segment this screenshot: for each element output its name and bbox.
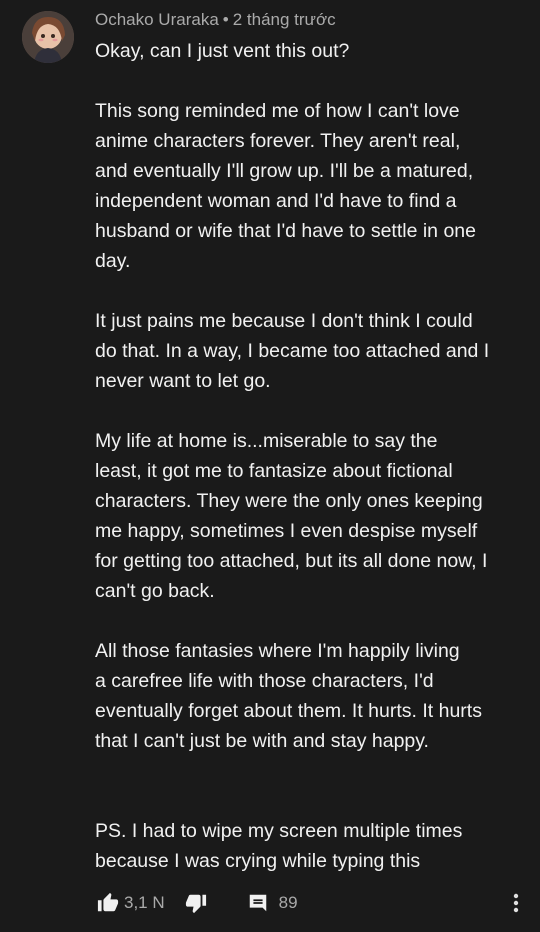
comment-text-line: never want to let go. (95, 370, 271, 392)
comment-text-line: husband or wife that I'd have to settle … (95, 220, 476, 242)
comment-text-line: for getting too attached, but its all do… (95, 550, 488, 572)
comment-text-line: least, it got me to fantasize about fict… (95, 460, 453, 482)
comment-text-line: All those fantasies where I'm happily li… (95, 640, 460, 662)
comment-text-line: and eventually I'll grow up. I'll be a m… (95, 160, 474, 182)
reply-count: 89 (278, 893, 298, 912)
comment-text: Okay, can I just vent this out? This song… (95, 36, 520, 876)
comment-paragraph: All those fantasies where I'm happily li… (95, 636, 520, 756)
comment-paragraph: It just pains me because I don't think I… (95, 306, 520, 396)
reply-comment-icon[interactable] (245, 890, 271, 916)
comment-text-line: Okay, can I just vent this out? (95, 40, 350, 62)
comment-item: Ochako Uraraka • 2 tháng trước Okay, can I… (0, 0, 540, 932)
comment-text-line: It just pains me because I don't think I… (95, 310, 473, 332)
author-name[interactable]: Ochako Uraraka (95, 10, 219, 29)
thumbs-up-icon[interactable] (95, 890, 121, 916)
comment-text-line: eventually forget about them. It hurts. … (95, 700, 482, 722)
comment-text-line: can't go back. (95, 580, 215, 602)
header-separator: • (222, 10, 229, 29)
comment-text-line: This song reminded me of how I can't lov… (95, 100, 460, 122)
comment-text-line: PS. I had to wipe my screen multiple tim… (95, 820, 463, 842)
avatar[interactable] (22, 11, 74, 63)
thumbs-down-icon[interactable] (183, 890, 209, 916)
comment-actions: 3,1 N 89 (95, 888, 298, 918)
comment-text-line: a carefree life with those characters, I… (95, 670, 434, 692)
comment-text-line: day. (95, 250, 131, 272)
comment-paragraph: Okay, can I just vent this out? (95, 36, 520, 66)
comment-text-line: anime characters forever. They aren't re… (95, 130, 461, 152)
comment-paragraph: My life at home is...miserable to say th… (95, 426, 520, 606)
comment-text-line: that I can't just be with and stay happy… (95, 730, 429, 752)
avatar-image (22, 11, 74, 63)
comment-text-line: me happy, sometimes I even despise mysel… (95, 520, 478, 542)
comment-text-line: because I was crying while typing this (95, 850, 421, 872)
comment-text-line: characters. They were the only ones keep… (95, 490, 483, 512)
comment-time[interactable]: 2 tháng trước (233, 10, 336, 29)
comment-paragraph: PS. I had to wipe my screen multiple tim… (95, 816, 520, 876)
more-vertical-icon[interactable] (506, 888, 526, 918)
comment-text-line: My life at home is...miserable to say th… (95, 430, 438, 452)
comment-text-line: independent woman and I'd have to find a (95, 190, 457, 212)
comment-text-line: do that. In a way, I became too attached… (95, 340, 490, 362)
comment-header: Ochako Uraraka • 2 tháng trước (95, 9, 336, 31)
like-count: 3,1 N (124, 893, 165, 912)
comment-paragraph: This song reminded me of how I can't lov… (95, 96, 520, 276)
